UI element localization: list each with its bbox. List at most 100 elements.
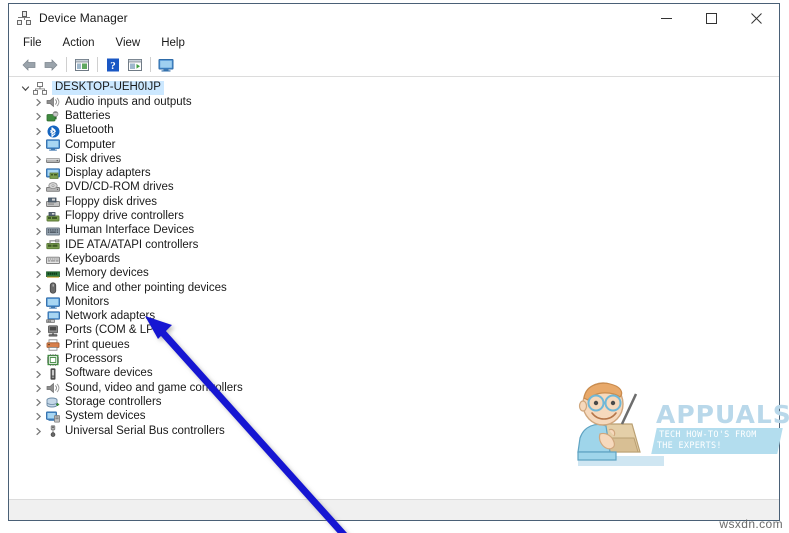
chevron-right-icon[interactable] [32, 327, 45, 336]
scan-for-hardware-changes-icon[interactable] [155, 55, 177, 75]
minimize-button[interactable] [644, 4, 689, 32]
chevron-right-icon[interactable] [32, 427, 45, 436]
help-icon[interactable]: ? [102, 55, 124, 75]
footer-credit: wsxdn.com [719, 517, 783, 531]
tree-item[interactable]: System devices [9, 410, 779, 424]
tree-item[interactable]: Software devices [9, 367, 779, 381]
system-device-icon [45, 410, 61, 424]
svg-text:?: ? [110, 60, 116, 72]
tree-item[interactable]: Sound, video and game controllers [9, 381, 779, 395]
close-button[interactable] [734, 4, 779, 32]
chevron-right-icon[interactable] [32, 112, 45, 121]
tree-item[interactable]: Processors [9, 353, 779, 367]
tree-item[interactable]: Mice and other pointing devices [9, 281, 779, 295]
tree-item-label: Print queues [65, 338, 130, 351]
chevron-down-icon[interactable] [19, 84, 32, 93]
tree-item[interactable]: DVD/CD-ROM drives [9, 181, 779, 195]
ide-controller-icon [45, 238, 61, 252]
tree-item[interactable]: Display adapters [9, 167, 779, 181]
tree-item-label: Storage controllers [65, 395, 162, 408]
chevron-right-icon[interactable] [32, 284, 45, 293]
tree-item-label: System devices [65, 410, 146, 423]
menu-view[interactable]: View [114, 36, 143, 50]
chevron-right-icon[interactable] [32, 255, 45, 264]
chevron-right-icon[interactable] [32, 184, 45, 193]
storage-controller-icon [45, 396, 61, 410]
maximize-button[interactable] [689, 4, 734, 32]
tree-item[interactable]: Batteries [9, 110, 779, 124]
chevron-right-icon[interactable] [32, 355, 45, 364]
chevron-right-icon[interactable] [32, 370, 45, 379]
tree-item-label: Disk drives [65, 152, 122, 165]
tree-item-label: Mice and other pointing devices [65, 281, 227, 294]
port-icon [45, 324, 61, 338]
menu-help[interactable]: Help [159, 36, 187, 50]
tree-item[interactable]: Floppy disk drives [9, 195, 779, 209]
chevron-right-icon[interactable] [32, 212, 45, 221]
tree-item-label: Computer [65, 138, 116, 151]
tree-item-label: Human Interface Devices [65, 224, 195, 237]
menu-file[interactable]: File [21, 36, 44, 50]
tree-item[interactable]: Storage controllers [9, 396, 779, 410]
tree-item[interactable]: IDE ATA/ATAPI controllers [9, 238, 779, 252]
toolbar-separator [150, 57, 151, 72]
network-adapter-icon [45, 310, 61, 324]
toolbar-separator [66, 57, 67, 72]
chevron-right-icon[interactable] [32, 98, 45, 107]
device-tree[interactable]: DESKTOP-UEH0IJP Audio inputs and outputs… [9, 77, 779, 499]
chevron-right-icon[interactable] [32, 312, 45, 321]
speaker-icon [45, 95, 61, 109]
tree-item-label: Display adapters [65, 167, 151, 180]
chevron-right-icon[interactable] [32, 241, 45, 250]
back-arrow-icon[interactable] [18, 55, 40, 75]
window-controls [644, 4, 779, 32]
tree-item[interactable]: Human Interface Devices [9, 224, 779, 238]
toolbar: ? [9, 53, 779, 77]
tree-item-label: Processors [65, 353, 123, 366]
chevron-right-icon[interactable] [32, 155, 45, 164]
computer-node-icon [32, 81, 48, 95]
tree-root-label: DESKTOP-UEH0IJP [52, 81, 164, 95]
show-hide-console-tree-icon[interactable] [71, 55, 93, 75]
tree-item[interactable]: Bluetooth [9, 124, 779, 138]
device-manager-icon [16, 10, 32, 26]
chevron-right-icon[interactable] [32, 227, 45, 236]
tree-root-node[interactable]: DESKTOP-UEH0IJP [9, 81, 779, 95]
tree-item[interactable]: Monitors [9, 295, 779, 309]
tree-item-label: Sound, video and game controllers [65, 381, 243, 394]
forward-arrow-icon[interactable] [40, 55, 62, 75]
chevron-right-icon[interactable] [32, 270, 45, 279]
tree-item[interactable]: Print queues [9, 338, 779, 352]
monitor-icon [45, 296, 61, 310]
software-device-icon [45, 367, 61, 381]
floppy-disk-icon [45, 196, 61, 210]
tree-children: Audio inputs and outputs Batteries Bluetoo… [9, 95, 779, 438]
tree-item-label: Floppy disk drives [65, 195, 158, 208]
chevron-right-icon[interactable] [32, 398, 45, 407]
properties-icon[interactable] [124, 55, 146, 75]
tree-item[interactable]: Network adapters [9, 310, 779, 324]
tree-item[interactable]: Audio inputs and outputs [9, 95, 779, 109]
tree-item[interactable]: Disk drives [9, 152, 779, 166]
chevron-right-icon[interactable] [32, 412, 45, 421]
tree-item[interactable]: Computer [9, 138, 779, 152]
chevron-right-icon[interactable] [32, 341, 45, 350]
usb-controller-icon [45, 424, 61, 438]
tree-item[interactable]: Floppy drive controllers [9, 210, 779, 224]
tree-item-label: Universal Serial Bus controllers [65, 424, 225, 437]
menu-action[interactable]: Action [61, 36, 97, 50]
sound-controller-icon [45, 381, 61, 395]
tree-item[interactable]: Universal Serial Bus controllers [9, 424, 779, 438]
tree-item[interactable]: Keyboards [9, 253, 779, 267]
tree-item[interactable]: Ports (COM & LPT) [9, 324, 779, 338]
chevron-right-icon[interactable] [32, 198, 45, 207]
tree-item-label: Memory devices [65, 267, 149, 280]
chevron-right-icon[interactable] [32, 127, 45, 136]
tree-item[interactable]: Memory devices [9, 267, 779, 281]
tree-item-label: Batteries [65, 109, 111, 122]
menu-bar: File Action View Help [9, 33, 779, 53]
chevron-right-icon[interactable] [32, 169, 45, 178]
chevron-right-icon[interactable] [32, 298, 45, 307]
chevron-right-icon[interactable] [32, 384, 45, 393]
chevron-right-icon[interactable] [32, 141, 45, 150]
